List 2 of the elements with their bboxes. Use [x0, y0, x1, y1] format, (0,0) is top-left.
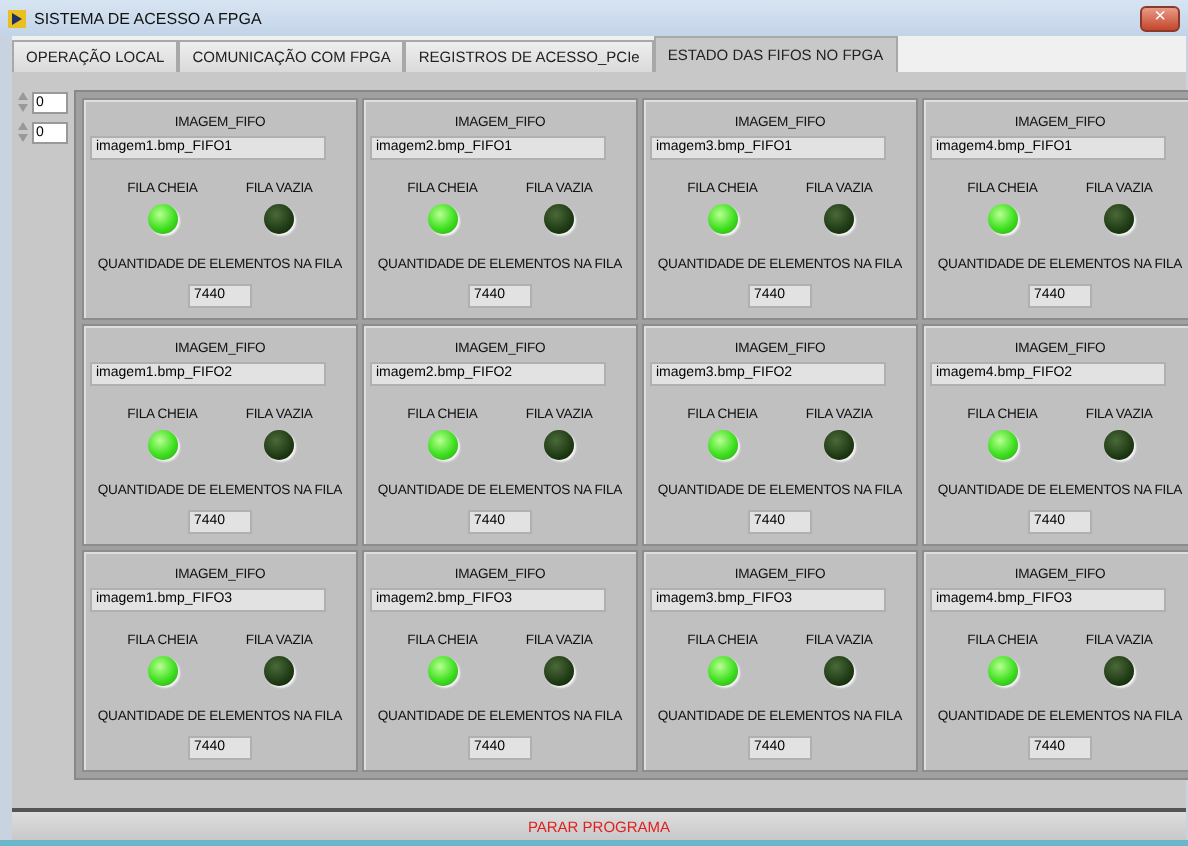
app-icon: [8, 9, 26, 27]
window-title: SISTEMA DE ACESSO A FPGA: [34, 9, 264, 27]
